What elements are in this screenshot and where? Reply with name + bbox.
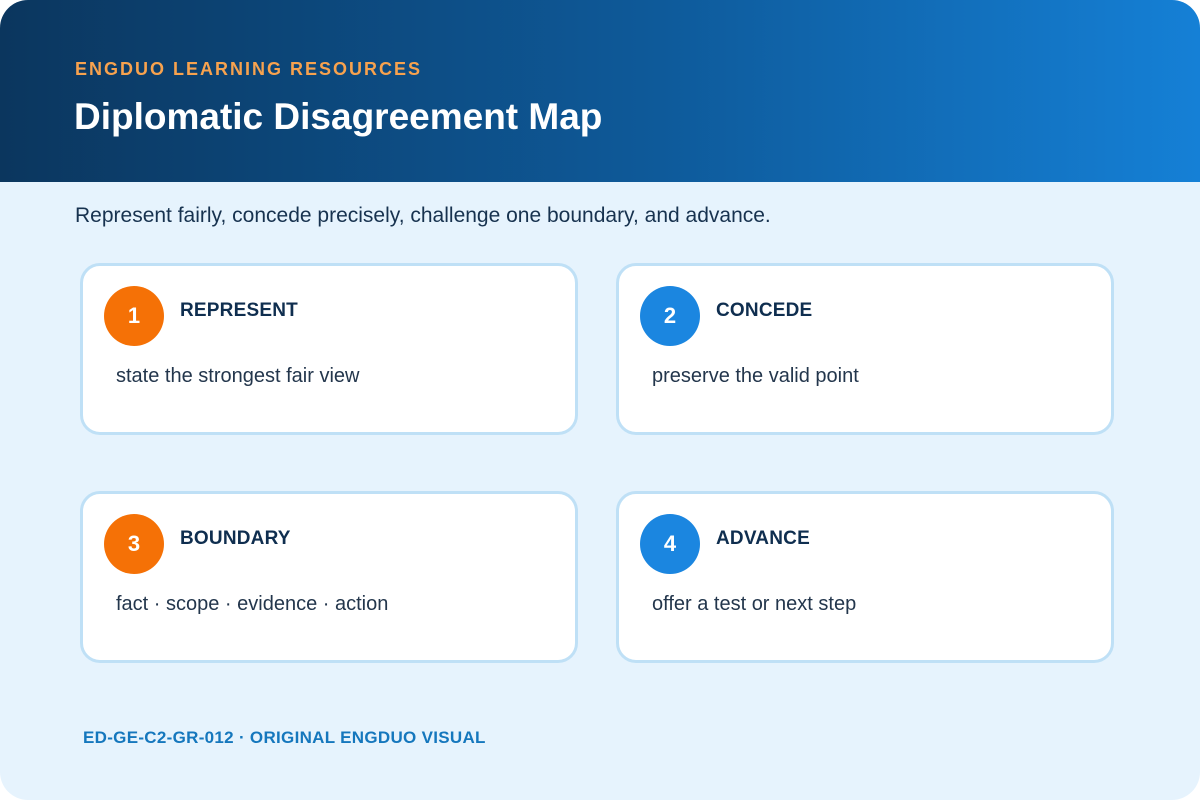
step-card-boundary: 3 BOUNDARY fact · scope · evidence · act… <box>80 491 578 663</box>
step-description: state the strongest fair view <box>116 365 360 387</box>
step-number-badge: 4 <box>640 514 700 574</box>
step-card-concede: 2 CONCEDE preserve the valid point <box>616 263 1114 435</box>
step-title: BOUNDARY <box>180 528 291 549</box>
step-card-represent: 1 REPRESENT state the strongest fair vie… <box>80 263 578 435</box>
page-subtitle: Represent fairly, concede precisely, cha… <box>75 204 771 227</box>
step-description: preserve the valid point <box>652 365 859 387</box>
step-title: CONCEDE <box>716 300 813 321</box>
resource-card: ENGDUO LEARNING RESOURCES Diplomatic Dis… <box>0 0 1200 800</box>
step-number-badge: 1 <box>104 286 164 346</box>
step-number-badge: 2 <box>640 286 700 346</box>
step-number-badge: 3 <box>104 514 164 574</box>
step-title: REPRESENT <box>180 300 298 321</box>
step-description: fact · scope · evidence · action <box>116 593 389 615</box>
step-title: ADVANCE <box>716 528 810 549</box>
footer-code: ED-GE-C2-GR-012 · ORIGINAL ENGDUO VISUAL <box>83 728 486 747</box>
brand-eyebrow: ENGDUO LEARNING RESOURCES <box>75 59 423 79</box>
page-title: Diplomatic Disagreement Map <box>74 96 603 137</box>
step-description: offer a test or next step <box>652 593 857 615</box>
step-card-advance: 4 ADVANCE offer a test or next step <box>616 491 1114 663</box>
header-banner: ENGDUO LEARNING RESOURCES Diplomatic Dis… <box>0 0 1200 182</box>
